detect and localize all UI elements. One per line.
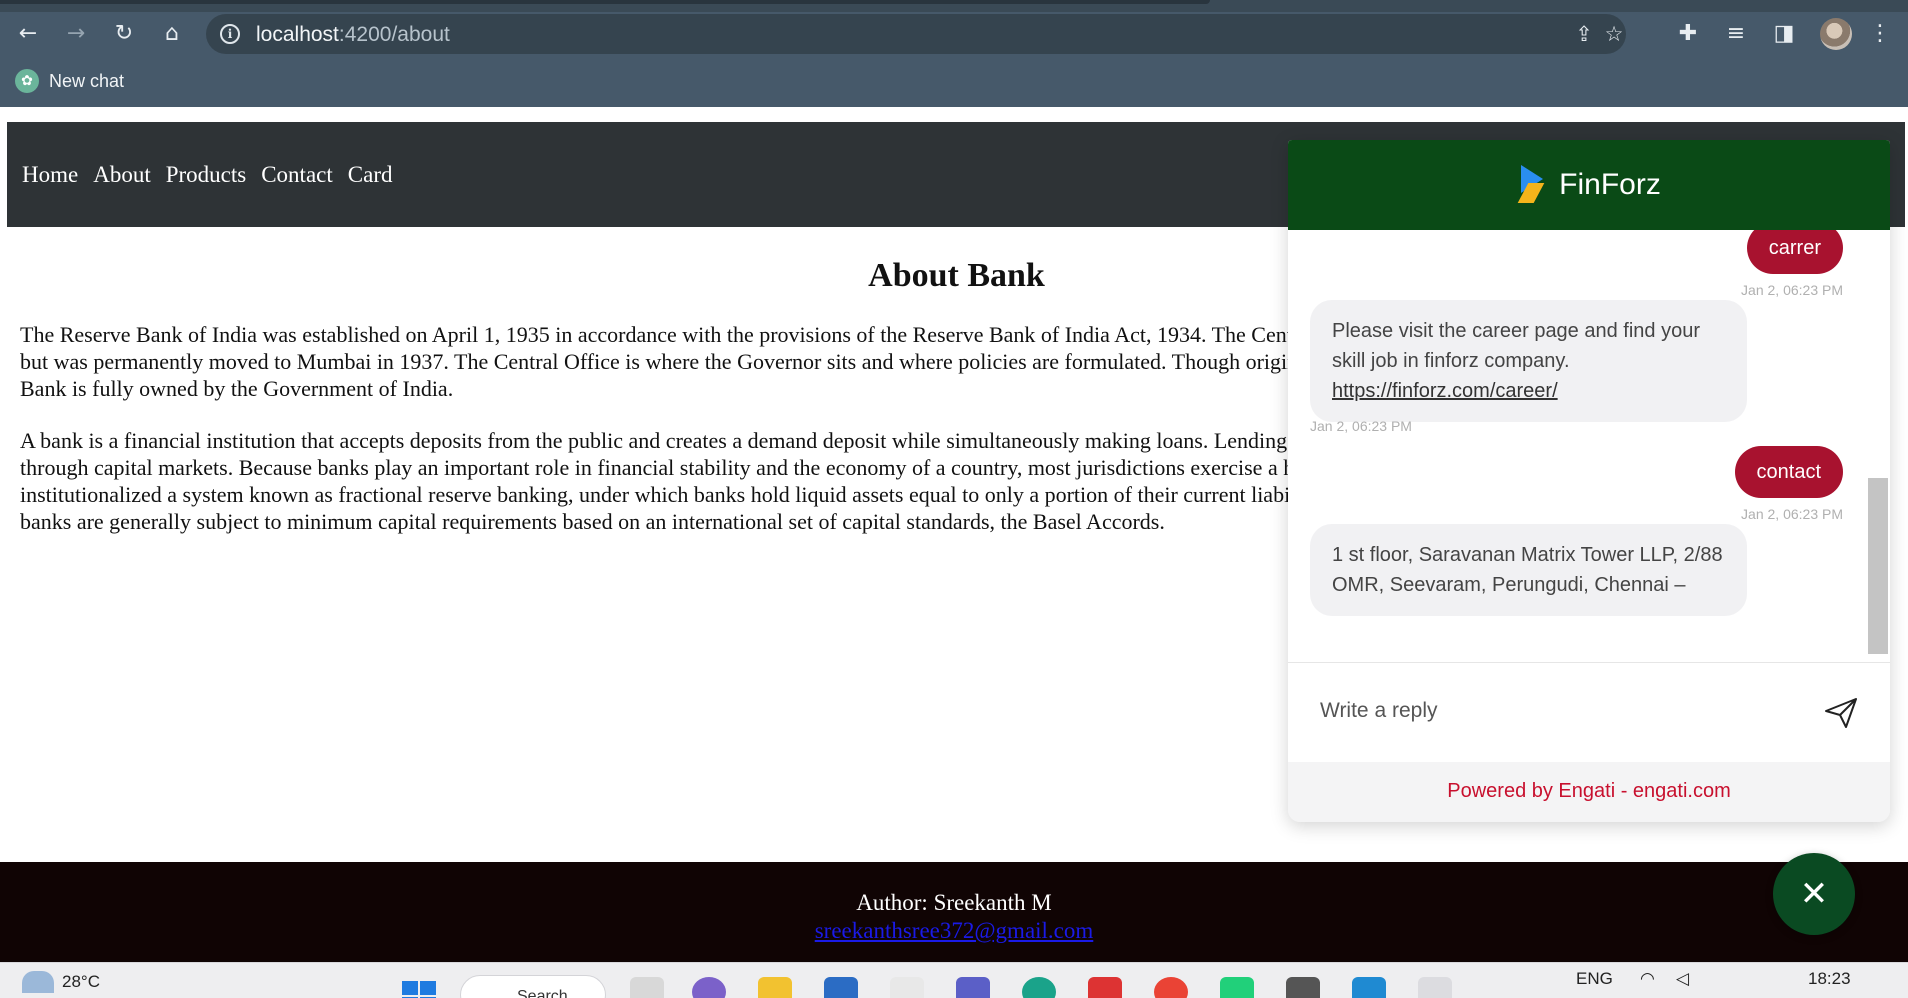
user-message: carrer <box>1746 230 1843 274</box>
site-info-icon[interactable]: i <box>220 24 240 44</box>
file-explorer-icon[interactable] <box>758 977 792 998</box>
taskbar-search[interactable]: Search <box>460 975 606 998</box>
bookmark-new-chat[interactable]: ✿ New chat <box>15 68 124 94</box>
store-icon[interactable] <box>890 977 924 998</box>
back-icon[interactable]: ← <box>14 20 42 48</box>
chat-close-button[interactable]: ✕ <box>1773 853 1855 935</box>
browser-tab-strip <box>0 0 1908 12</box>
career-link[interactable]: https://finforz.com/career/ <box>1332 380 1558 402</box>
sidebar-icon[interactable]: ◨ <box>1770 20 1798 48</box>
chat-input-area: Write a reply <box>1288 662 1890 762</box>
nav-about[interactable]: About <box>93 162 151 188</box>
share-icon[interactable]: ⇪ <box>1570 20 1598 48</box>
clock[interactable]: 18:23 <box>1808 969 1851 989</box>
close-icon: ✕ <box>1799 874 1829 914</box>
nav-home[interactable]: Home <box>22 162 78 188</box>
task-view-icon[interactable] <box>630 977 664 998</box>
temperature: 28°C <box>62 972 100 991</box>
bot-message: 1 st floor, Saravanan Matrix Tower LLP, … <box>1310 524 1747 616</box>
chrome-icon[interactable] <box>1154 977 1188 998</box>
extensions-icon[interactable]: ✚ <box>1674 20 1702 48</box>
bookmarks-bar: ✿ New chat <box>0 55 1908 107</box>
bookmark-star-icon[interactable]: ☆ <box>1600 20 1628 48</box>
message-time: Jan 2, 06:23 PM <box>1741 282 1843 298</box>
nav-products[interactable]: Products <box>166 162 247 188</box>
chat-header: FinForz <box>1288 140 1890 230</box>
active-tab-indicator[interactable] <box>0 0 1210 4</box>
chatgpt-icon: ✿ <box>15 69 39 93</box>
language-indicator[interactable]: ENG <box>1576 969 1613 989</box>
meet-icon[interactable] <box>692 977 726 998</box>
weather-icon <box>22 967 54 993</box>
bookmark-label: New chat <box>49 70 125 91</box>
chat-scrollbar-thumb[interactable] <box>1868 478 1888 654</box>
teams-icon[interactable] <box>956 977 990 998</box>
windows-taskbar: 28°C Search ENG ◠ ◁ 18:23 <box>0 962 1908 998</box>
footer-email-link[interactable]: sreekanthsree372@gmail.com <box>815 918 1094 944</box>
message-time: Jan 2, 06:23 PM <box>1310 418 1412 434</box>
edge-icon[interactable] <box>1022 977 1056 998</box>
bot-message-text: Please visit the career page and find yo… <box>1332 320 1700 372</box>
send-icon[interactable] <box>1824 697 1858 729</box>
url-text[interactable]: localhost:4200/about <box>256 23 450 47</box>
chat-widget: FinForz carrer Jan 2, 06:23 PM Please vi… <box>1288 140 1890 822</box>
app-icon[interactable] <box>1088 977 1122 998</box>
browser-toolbar: ← → ↻ ⌂ i localhost:4200/about ⇪ ☆ ✚ ≡ ◨… <box>0 12 1908 55</box>
nav-card[interactable]: Card <box>348 162 393 188</box>
address-bar[interactable]: i localhost:4200/about ⇪ ☆ <box>206 14 1626 54</box>
profile-avatar[interactable] <box>1820 18 1852 50</box>
nav-contact[interactable]: Contact <box>261 162 333 188</box>
chat-title: FinForz <box>1559 168 1661 201</box>
reload-icon[interactable]: ↻ <box>110 20 138 48</box>
chat-messages[interactable]: carrer Jan 2, 06:23 PM Please visit the … <box>1288 230 1890 662</box>
forward-icon[interactable]: → <box>62 20 90 48</box>
menu-icon[interactable]: ⋮ <box>1866 20 1894 48</box>
mail-icon[interactable] <box>824 977 858 998</box>
notepad-icon[interactable] <box>1418 977 1452 998</box>
network-icon[interactable]: ◠ <box>1640 969 1655 989</box>
terminal-icon[interactable] <box>1286 977 1320 998</box>
vscode-icon[interactable] <box>1352 977 1386 998</box>
powered-by-link[interactable]: Powered by Engati - engati.com <box>1288 762 1890 822</box>
pycharm-icon[interactable] <box>1220 977 1254 998</box>
weather-widget[interactable]: 28°C <box>22 967 100 993</box>
footer-author: Author: Sreekanth M <box>856 890 1052 915</box>
home-icon[interactable]: ⌂ <box>158 20 186 48</box>
site-footer: Author: Sreekanth M sreekanthsree372@gma… <box>0 862 1908 962</box>
media-icon[interactable]: ≡ <box>1722 20 1750 48</box>
reply-input[interactable]: Write a reply <box>1320 699 1437 723</box>
finforz-logo-icon <box>1517 165 1547 205</box>
volume-icon[interactable]: ◁ <box>1676 969 1689 989</box>
user-message: contact <box>1734 446 1843 498</box>
message-time: Jan 2, 06:23 PM <box>1741 506 1843 522</box>
bot-message: Please visit the career page and find yo… <box>1310 300 1747 422</box>
start-icon[interactable] <box>402 981 436 998</box>
